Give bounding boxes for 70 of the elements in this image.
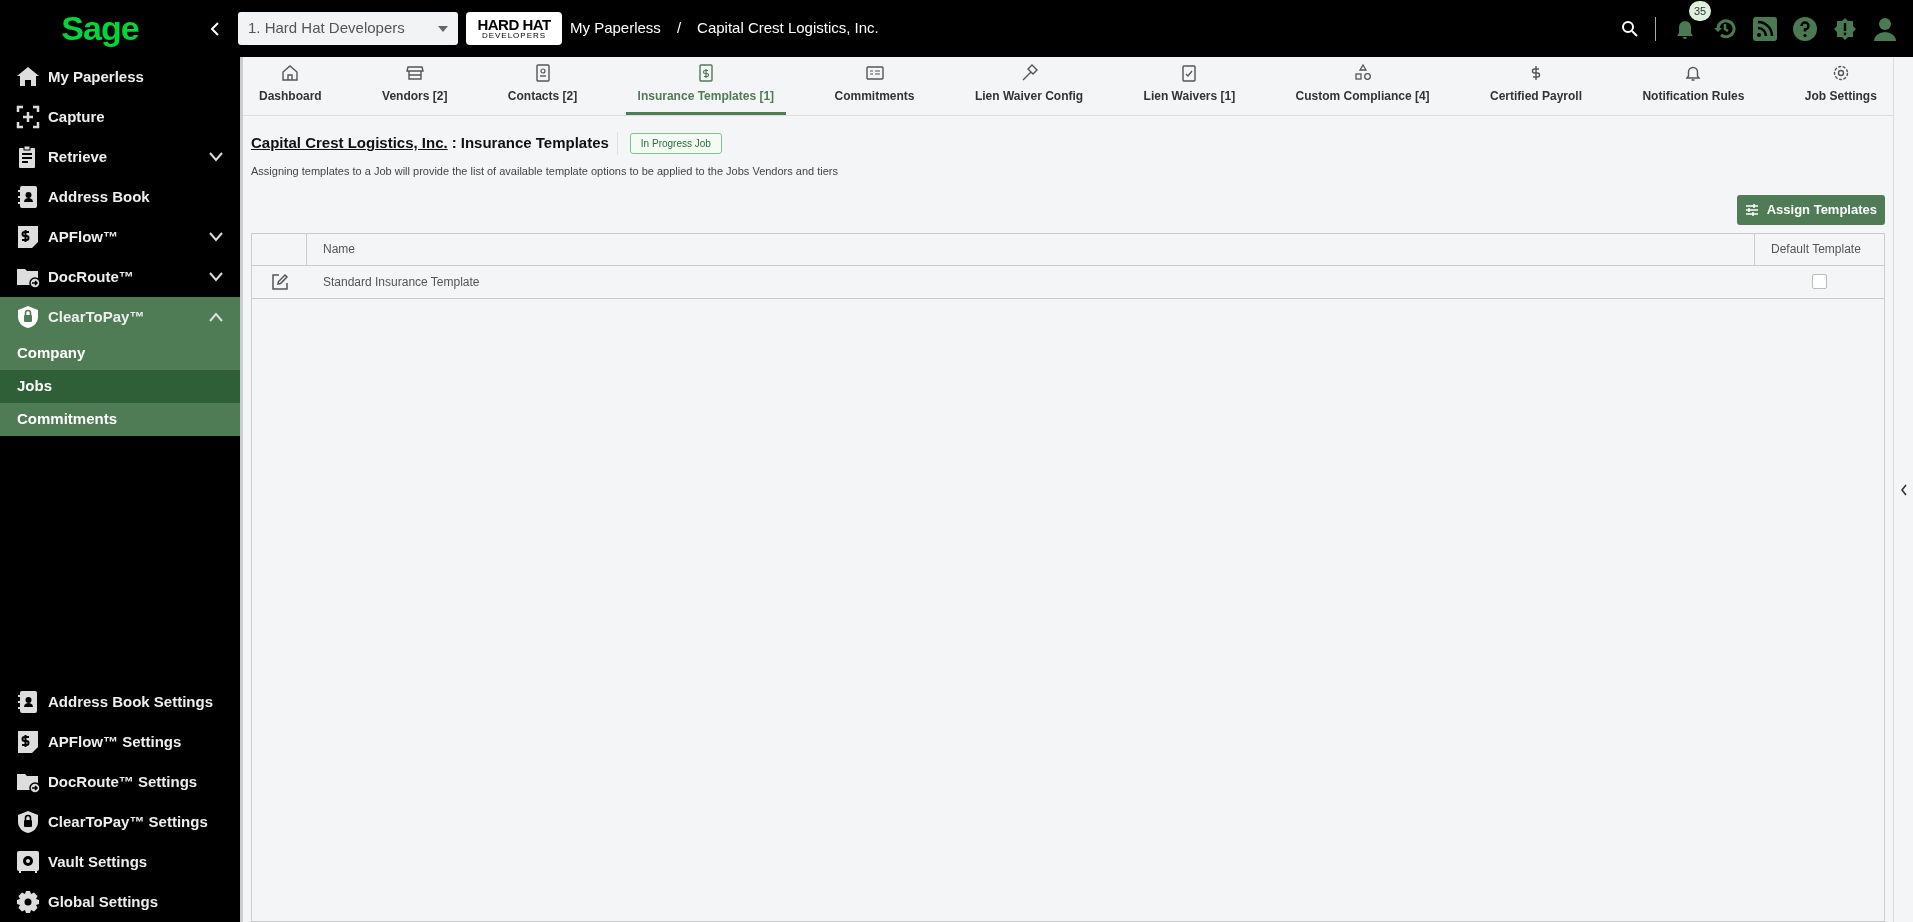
tab[interactable]: Insurance Templates [1]	[625, 57, 787, 115]
checkbox[interactable]	[1811, 274, 1827, 289]
tab[interactable]: Dashboard	[247, 57, 334, 115]
sidebar-subitem[interactable]: Jobs	[0, 370, 240, 403]
breadcrumb-link[interactable]: My Paperless	[570, 17, 661, 40]
sidebar-item[interactable]: Retrieve	[0, 137, 240, 177]
sidebar-item[interactable]: Vault Settings	[0, 842, 240, 882]
alert-icon[interactable]	[1833, 16, 1857, 41]
table-cell-text: Standard Insurance Template	[322, 273, 481, 291]
search-icon[interactable]	[1621, 19, 1639, 38]
sidebar-item[interactable]: Global Settings	[0, 882, 240, 922]
status-badge: In Progress Job	[629, 132, 722, 154]
logo: Sage	[60, 8, 140, 49]
sidebar-item[interactable]: ClearToPay™ Settings	[0, 802, 240, 842]
home-icon	[16, 65, 40, 89]
divider-line	[1655, 16, 1657, 41]
company-logo: HARD HAT DEVELOPERS	[466, 12, 562, 45]
dollar-document-icon	[16, 730, 40, 754]
chevron-left-icon	[210, 22, 220, 37]
help-icon[interactable]	[1793, 16, 1817, 41]
dollar-document-icon	[16, 225, 40, 249]
tab[interactable]: Lien Waivers [1]	[1131, 57, 1248, 115]
tab[interactable]: Contacts [2]	[495, 57, 590, 115]
shield-lock-icon	[16, 810, 40, 834]
settings-icon	[16, 890, 40, 914]
sidebar-item[interactable]: ClearToPay™	[0, 297, 240, 337]
sliders-icon	[1744, 202, 1759, 217]
address-book-icon	[16, 185, 40, 209]
page-title: Insurance Templates	[460, 132, 618, 155]
tab[interactable]: Vendors [2]	[370, 57, 460, 115]
description: Assigning templates to a Job will provide the list of available template options to be applied to the Jobs Vendors and tiers	[251, 163, 840, 179]
edit-icon[interactable]	[270, 272, 289, 291]
sidebar-item[interactable]: My Paperless	[0, 57, 240, 97]
tab[interactable]: Notification Rules	[1630, 57, 1757, 115]
breadcrumb-separator: /	[676, 18, 682, 39]
column-header: Default Template	[1754, 233, 1884, 265]
sidebar-item[interactable]: DocRoute™	[0, 257, 240, 297]
safe-icon	[16, 850, 40, 874]
tab[interactable]: Commitments	[822, 57, 927, 115]
capture-icon	[16, 105, 40, 129]
address-book-icon	[16, 690, 40, 714]
caret-down-icon	[438, 25, 448, 32]
sidebar-subitem[interactable]: Company	[0, 337, 240, 370]
breadcrumb-link[interactable]: Capital Crest Logistics, Inc.	[697, 17, 879, 40]
sidebar-item[interactable]: DocRoute™ Settings	[0, 762, 240, 802]
store-icon	[404, 63, 425, 83]
title-separator: :	[451, 133, 457, 153]
rss-icon[interactable]	[1753, 16, 1777, 41]
history-icon[interactable]	[1713, 16, 1737, 41]
column-header: Name	[322, 241, 356, 258]
sidebar-item[interactable]: Address Book Settings	[0, 682, 240, 722]
tab[interactable]: Custom Compliance [4]	[1283, 57, 1442, 115]
sidebar-subitem[interactable]: Commitments	[0, 403, 240, 436]
home-icon	[280, 63, 301, 83]
sidebar-item[interactable]: Capture	[0, 97, 240, 137]
assign-templates-button[interactable]: Assign Templates	[1736, 195, 1885, 225]
sidebar-item[interactable]: APFlow™ Settings	[0, 722, 240, 762]
id-card-icon	[864, 63, 885, 83]
job-link[interactable]: Capital Crest Logistics, Inc.	[251, 132, 448, 155]
chevron-left-icon[interactable]	[1899, 483, 1908, 496]
tab[interactable]: Lien Waiver Config	[962, 57, 1096, 115]
sidebar-item[interactable]: APFlow™	[0, 217, 240, 257]
shield-lock-icon	[16, 305, 40, 329]
user-icon[interactable]	[1873, 16, 1897, 41]
tab[interactable]: Job Settings	[1792, 57, 1889, 115]
sidebar-item[interactable]: Address Book	[0, 177, 240, 217]
shapes-icon	[1352, 63, 1373, 83]
notification-count: 35	[1689, 0, 1712, 21]
company-select[interactable]: 1. Hard Hat Developers	[238, 12, 458, 45]
tab[interactable]: Certified Payroll	[1478, 57, 1595, 115]
